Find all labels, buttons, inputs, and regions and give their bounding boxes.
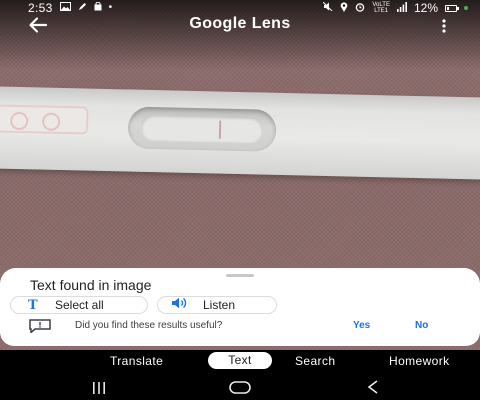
network-label: VoLTE LTE1 bbox=[372, 2, 390, 14]
listen-label: Listen bbox=[203, 298, 236, 312]
location-icon bbox=[340, 1, 348, 15]
feedback-question: Did you find these results useful? bbox=[75, 320, 223, 331]
image-icon bbox=[59, 2, 71, 14]
feedback-icon bbox=[29, 319, 51, 335]
page-title: Google Lens bbox=[189, 15, 291, 32]
back-chevron-icon[interactable] bbox=[367, 380, 379, 394]
sheet-title: Text found in image bbox=[30, 277, 152, 293]
alarm-icon bbox=[355, 2, 365, 15]
signal-icon bbox=[396, 1, 407, 15]
select-all-button[interactable]: T Select all bbox=[10, 296, 148, 314]
dot-icon: • bbox=[108, 2, 113, 13]
feedback-no-button[interactable]: No bbox=[415, 320, 428, 331]
pen-icon bbox=[78, 2, 87, 14]
tab-search[interactable]: Search bbox=[295, 354, 335, 368]
pregnancy-test-image bbox=[0, 86, 480, 180]
mute-icon bbox=[323, 1, 333, 14]
tab-homework[interactable]: Homework bbox=[389, 354, 450, 368]
privacy-indicator-dot bbox=[464, 6, 468, 10]
status-time: 2:53 bbox=[28, 1, 53, 15]
text-select-icon: T bbox=[28, 297, 38, 313]
battery-percent: 12% bbox=[413, 1, 438, 15]
listen-button[interactable]: Listen bbox=[157, 296, 277, 314]
sheet-drag-handle[interactable] bbox=[226, 274, 254, 277]
speaker-icon bbox=[171, 297, 203, 313]
system-nav-bar bbox=[0, 375, 480, 400]
results-sheet: Text found in image T Select all Listen … bbox=[0, 268, 480, 346]
recents-icon[interactable] bbox=[92, 381, 106, 394]
tab-translate[interactable]: Translate bbox=[110, 354, 163, 368]
battery-icon bbox=[445, 4, 459, 12]
shopping-bag-icon bbox=[94, 1, 102, 14]
app-bar: Google Lens bbox=[0, 14, 480, 36]
feedback-yes-button[interactable]: Yes bbox=[353, 320, 370, 331]
select-all-label: Select all bbox=[55, 298, 104, 312]
more-vert-icon[interactable] bbox=[437, 18, 451, 34]
home-icon[interactable] bbox=[229, 381, 251, 394]
mode-tabs: Translate Text Search Homework bbox=[0, 350, 480, 372]
tab-text[interactable]: Text bbox=[208, 352, 272, 369]
